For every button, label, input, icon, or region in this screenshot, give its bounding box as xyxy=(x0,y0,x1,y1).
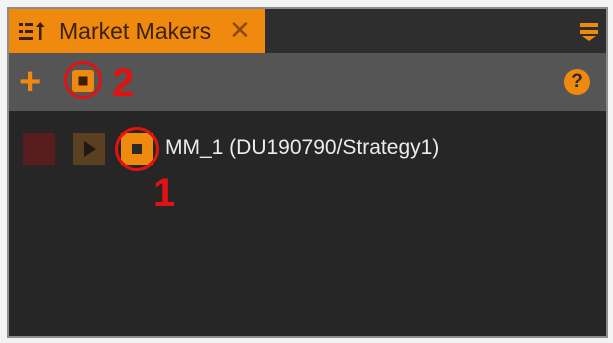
toolbar: + 2 ? xyxy=(9,53,606,111)
market-maker-label: MM_1 (DU190790/Strategy1) xyxy=(165,136,440,159)
list-item[interactable]: MM_1 (DU190790/Strategy1) xyxy=(9,127,606,167)
annotation-number-1: 1 xyxy=(153,171,176,215)
close-icon[interactable]: ✕ xyxy=(229,15,251,45)
help-icon[interactable]: ? xyxy=(564,69,590,95)
annotation-number-2: 2 xyxy=(112,61,135,105)
list-sort-icon xyxy=(17,21,47,43)
market-makers-panel: Market Makers ✕ + 2 ? MM_1 (DU190790/Str… xyxy=(7,7,608,338)
delete-button xyxy=(23,133,55,165)
tab-market-makers[interactable]: Market Makers ✕ xyxy=(9,9,265,53)
play-icon xyxy=(73,133,105,165)
annotation-circle-2 xyxy=(64,61,102,99)
annotation-circle-1 xyxy=(115,127,159,171)
tab-bar: Market Makers ✕ xyxy=(9,9,606,53)
hamburger-menu-icon[interactable] xyxy=(580,23,600,41)
tab-title: Market Makers xyxy=(59,18,212,44)
add-market-maker-button[interactable]: + xyxy=(19,63,41,101)
